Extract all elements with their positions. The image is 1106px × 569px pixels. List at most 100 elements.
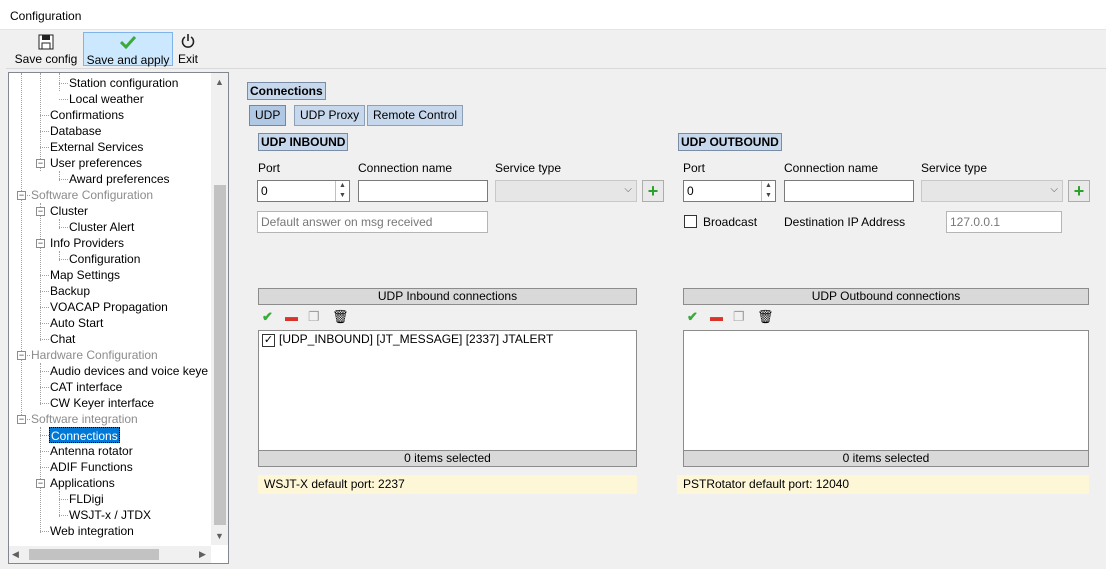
destination-ip-label: Destination IP Address — [784, 215, 906, 229]
chevron-down-icon: ⌵ — [1050, 184, 1058, 195]
tree-item-backup[interactable]: Backup — [50, 283, 90, 299]
tree-item-map-settings[interactable]: Map Settings — [50, 267, 120, 283]
tree-item-fldigi[interactable]: FLDigi — [69, 491, 104, 507]
outbound-port-label: Port — [683, 161, 706, 175]
tree-horizontal-scrollbar[interactable]: ◀ ▶ — [9, 546, 211, 563]
tab-udp[interactable]: UDP — [249, 105, 287, 126]
tree-item-cat-interface[interactable]: CAT interface — [50, 379, 122, 395]
save-and-apply-button[interactable]: Save and apply — [83, 32, 173, 67]
tree-item-chat[interactable]: Chat — [50, 331, 75, 347]
tree-item-confirmations[interactable]: Confirmations — [50, 107, 124, 123]
outbound-copy-icon[interactable]: ❐ — [733, 310, 745, 324]
outbound-port-stepper[interactable]: 0 ▲ ▼ — [683, 180, 776, 202]
inbound-list-header: UDP Inbound connections — [258, 288, 637, 305]
inbound-add-button[interactable]: + — [642, 180, 664, 202]
outbound-trash-icon[interactable]: 🗑 — [757, 310, 774, 324]
tree-item-applications[interactable]: Applications — [50, 475, 115, 491]
collapse-software-config-icon[interactable]: − — [17, 191, 26, 200]
outbound-footer: 0 items selected — [683, 450, 1089, 467]
tree-item-local-weather[interactable]: Local weather — [69, 91, 144, 107]
tree-item-auto-start[interactable]: Auto Start — [50, 315, 103, 331]
outbound-list-header: UDP Outbound connections — [683, 288, 1089, 305]
outbound-name-label: Connection name — [784, 161, 879, 175]
tree-item-web-integration[interactable]: Web integration — [50, 523, 134, 539]
section-title: Connections — [247, 82, 326, 100]
scroll-right-icon[interactable]: ▶ — [199, 549, 206, 560]
tree-item-antenna-rotator[interactable]: Antenna rotator — [50, 443, 133, 459]
outbound-add-button[interactable]: + — [1068, 180, 1090, 202]
tree-item-cw-keyer-interface[interactable]: CW Keyer interface — [50, 395, 154, 411]
outbound-enable-checkmark-icon[interactable]: ✔ — [687, 310, 698, 324]
collapse-info-providers-icon[interactable]: − — [36, 239, 45, 248]
outbound-disable-minus-icon[interactable]: ▬ — [710, 310, 723, 324]
inbound-name-label: Connection name — [358, 161, 453, 175]
tree-item-external-services[interactable]: External Services — [50, 139, 143, 155]
inbound-port-spin[interactable]: ▲ ▼ — [335, 181, 349, 201]
toolbar-divider — [6, 68, 1106, 69]
tree-item-user-preferences[interactable]: User preferences — [50, 155, 142, 171]
collapse-user-preferences-icon[interactable]: − — [36, 159, 45, 168]
tree-hscroll-thumb[interactable] — [29, 549, 159, 560]
settings-tree[interactable]: − − − − − − − Station configuration Loca… — [8, 72, 229, 564]
collapse-hardware-config-icon[interactable]: − — [17, 351, 26, 360]
outbound-port-spin[interactable]: ▲ ▼ — [761, 181, 775, 201]
inbound-service-type-select[interactable]: ⌵ — [495, 180, 637, 202]
udp-inbound-title: UDP INBOUND — [258, 133, 349, 151]
exit-label: Exit — [177, 52, 198, 66]
inbound-port-label: Port — [258, 161, 281, 175]
tree-item-software-configuration[interactable]: Software Configuration — [31, 187, 153, 203]
save-config-button[interactable]: Save config — [12, 32, 80, 66]
floppy-icon — [12, 34, 80, 52]
outbound-hint: PSTRotator default port: 12040 — [677, 475, 1089, 494]
tree-item-cluster[interactable]: Cluster — [50, 203, 88, 219]
outbound-connection-name-input[interactable] — [784, 180, 914, 202]
exit-button[interactable]: Exit — [176, 32, 200, 66]
inbound-disable-minus-icon[interactable]: ▬ — [285, 310, 298, 324]
chevron-down-icon: ⌵ — [624, 184, 632, 195]
tree-item-cluster-alert[interactable]: Cluster Alert — [69, 219, 134, 235]
list-item[interactable]: [UDP_INBOUND] [JT_MESSAGE] [2337] JTALER… — [279, 332, 553, 346]
inbound-item-checkbox[interactable]: ✓ — [262, 334, 275, 347]
power-icon — [176, 34, 200, 52]
tree-item-award-preferences[interactable]: Award preferences — [69, 171, 170, 187]
tree-item-wsjtx-jtdx[interactable]: WSJT-x / JTDX — [69, 507, 151, 523]
destination-ip-input[interactable]: 127.0.0.1 — [946, 211, 1062, 233]
tree-item-software-integration[interactable]: Software integration — [31, 411, 138, 427]
tree-item-voacap-propagation[interactable]: VOACAP Propagation — [50, 299, 168, 315]
tree-item-info-configuration[interactable]: Configuration — [69, 251, 140, 267]
scroll-left-icon[interactable]: ◀ — [12, 549, 19, 560]
window-title: Configuration — [10, 9, 82, 23]
outbound-connections-list[interactable] — [683, 330, 1089, 451]
tab-udp-proxy[interactable]: UDP Proxy — [294, 105, 366, 126]
outbound-port-value: 0 — [687, 184, 694, 198]
scroll-up-icon[interactable]: ▲ — [215, 77, 224, 87]
tree-item-database[interactable]: Database — [50, 123, 101, 139]
broadcast-checkbox[interactable] — [684, 215, 697, 228]
scroll-down-icon[interactable]: ▼ — [215, 531, 224, 541]
inbound-copy-icon[interactable]: ❐ — [308, 310, 320, 324]
checkmark-icon — [84, 35, 172, 53]
inbound-connections-list[interactable]: ✓ [UDP_INBOUND] [JT_MESSAGE] [2337] JTAL… — [258, 330, 637, 451]
tree-vscroll-thumb[interactable] — [214, 185, 226, 525]
title-bar: Configuration — [0, 0, 1106, 30]
inbound-enable-checkmark-icon[interactable]: ✔ — [262, 310, 273, 324]
tree-item-adif-functions[interactable]: ADIF Functions — [50, 459, 133, 475]
default-answer-input[interactable]: Default answer on msg received — [257, 211, 488, 233]
collapse-cluster-icon[interactable]: − — [36, 207, 45, 216]
inbound-service-label: Service type — [495, 161, 562, 175]
tab-remote-control[interactable]: Remote Control — [367, 105, 464, 126]
tree-item-audio-devices[interactable]: Audio devices and voice keye — [50, 363, 208, 379]
tree-item-connections[interactable]: Connections — [49, 427, 120, 443]
save-and-apply-label: Save and apply — [86, 53, 170, 67]
collapse-applications-icon[interactable]: − — [36, 479, 45, 488]
tree-item-hardware-configuration[interactable]: Hardware Configuration — [31, 347, 158, 363]
tree-item-info-providers[interactable]: Info Providers — [50, 235, 124, 251]
inbound-trash-icon[interactable]: 🗑 — [332, 310, 349, 324]
save-config-label: Save config — [14, 52, 78, 66]
tree-item-station-configuration[interactable]: Station configuration — [69, 75, 178, 91]
inbound-connection-name-input[interactable] — [358, 180, 488, 202]
outbound-service-type-select[interactable]: ⌵ — [921, 180, 1063, 202]
collapse-software-integration-icon[interactable]: − — [17, 415, 26, 424]
inbound-port-stepper[interactable]: 0 ▲ ▼ — [257, 180, 350, 202]
tree-vertical-scrollbar[interactable]: ▲ ▼ — [211, 73, 228, 545]
